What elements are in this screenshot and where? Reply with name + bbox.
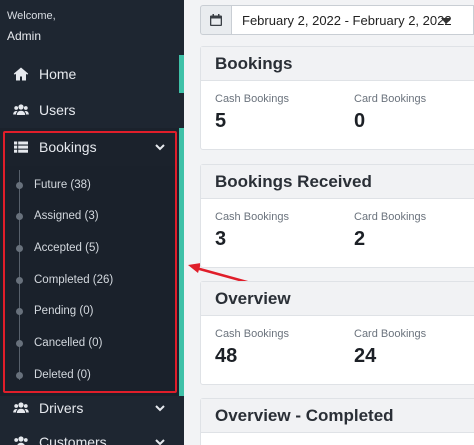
sidebar-item-customers[interactable]: Customers — [0, 423, 184, 445]
stat-card: Card Bookings 0 — [354, 93, 426, 133]
welcome-text: Welcome, — [7, 10, 56, 22]
username: Admin — [7, 29, 42, 43]
stat-value: 2 — [354, 228, 366, 250]
submenu-item-assigned[interactable]: Assigned (3) — [0, 205, 176, 227]
stat-cash: Cash Bookings 3 — [215, 211, 289, 251]
home-icon — [12, 65, 30, 83]
submenu-item-label: Assigned (3) — [34, 210, 99, 222]
users-icon — [12, 101, 30, 119]
stat-value: 48 — [215, 345, 238, 367]
submenu-item-pending[interactable]: Pending (0) — [0, 300, 176, 322]
overview-completed-card: Overview - Completed — [200, 398, 474, 445]
card-title: Bookings Received — [201, 165, 474, 199]
chevron-down-icon — [154, 435, 166, 445]
card-body: Cash Bookings 48 Card Bookings 24 — [201, 316, 474, 384]
sidebar-item-home[interactable]: Home — [0, 55, 184, 93]
bookings-submenu — [0, 128, 184, 396]
card-body: Cash Bookings 3 Card Bookings 2 — [201, 199, 474, 267]
stat-label: Cash Bookings — [215, 211, 289, 223]
calendar-button[interactable] — [200, 5, 232, 35]
stat-label: Card Bookings — [354, 211, 427, 223]
sidebar: Welcome, Admin Home Users Bookings Futur… — [0, 0, 184, 445]
users-icon — [12, 433, 30, 445]
caret-down-icon — [441, 18, 451, 24]
list-icon — [12, 138, 30, 156]
submenu-item-label: Completed (26) — [34, 274, 114, 286]
bullet-icon — [16, 340, 23, 347]
stat-value: 24 — [354, 345, 377, 367]
chevron-down-icon — [154, 140, 166, 152]
stat-value: 3 — [215, 228, 227, 250]
bullet-icon — [16, 182, 23, 189]
date-range-select[interactable]: February 2, 2022 - February 2, 2022 — [232, 5, 474, 35]
calendar-icon — [210, 14, 222, 26]
submenu-item-deleted[interactable]: Deleted (0) — [0, 364, 176, 386]
active-indicator — [179, 55, 184, 93]
bookings-card: Bookings Cash Bookings 5 Card Bookings 0 — [200, 46, 474, 150]
stat-card: Card Bookings 24 — [354, 328, 426, 368]
sidebar-item-drivers[interactable]: Drivers — [0, 389, 184, 427]
submenu-item-label: Deleted (0) — [34, 369, 91, 381]
stat-value: 5 — [215, 110, 227, 132]
active-indicator — [179, 128, 184, 396]
stat-cash: Cash Bookings 48 — [215, 328, 289, 368]
welcome-block: Welcome, Admin — [7, 8, 56, 44]
stat-cash: Cash Bookings 5 — [215, 93, 289, 133]
submenu-item-label: Future (38) — [34, 179, 91, 191]
users-icon — [12, 399, 30, 417]
sidebar-item-label: Users — [39, 102, 76, 118]
chevron-down-icon — [154, 401, 166, 413]
bullet-icon — [16, 372, 23, 379]
stat-label: Cash Bookings — [215, 93, 289, 105]
card-title: Overview — [201, 282, 474, 316]
stat-label: Cash Bookings — [215, 328, 289, 340]
stat-value: 0 — [354, 110, 366, 132]
submenu-item-label: Pending (0) — [34, 305, 94, 317]
stat-label: Card Bookings — [354, 93, 427, 105]
bullet-icon — [16, 245, 23, 252]
submenu-item-completed[interactable]: Completed (26) — [0, 269, 176, 291]
card-title: Bookings — [201, 47, 474, 81]
bullet-icon — [16, 308, 23, 315]
sidebar-item-users[interactable]: Users — [0, 91, 184, 129]
card-body: Cash Bookings 5 Card Bookings 0 — [201, 81, 474, 149]
date-range-value: February 2, 2022 - February 2, 2022 — [242, 12, 452, 28]
submenu-item-cancelled[interactable]: Cancelled (0) — [0, 332, 176, 354]
stat-card: Card Bookings 2 — [354, 211, 426, 251]
bullet-icon — [16, 277, 23, 284]
submenu-item-future[interactable]: Future (38) — [0, 174, 176, 196]
submenu-item-accepted[interactable]: Accepted (5) — [0, 237, 176, 259]
stat-label: Card Bookings — [354, 328, 427, 340]
date-range-picker: February 2, 2022 - February 2, 2022 — [200, 5, 474, 35]
sidebar-item-label: Bookings — [39, 139, 97, 155]
submenu-item-label: Accepted (5) — [34, 242, 100, 254]
overview-card: Overview Cash Bookings 48 Card Bookings … — [200, 281, 474, 385]
bookings-received-card: Bookings Received Cash Bookings 3 Card B… — [200, 164, 474, 268]
sidebar-item-bookings[interactable]: Bookings — [0, 128, 184, 166]
bullet-icon — [16, 213, 23, 220]
card-title: Overview - Completed — [201, 399, 474, 433]
sidebar-item-label: Drivers — [39, 400, 84, 416]
sidebar-item-label: Home — [39, 66, 77, 82]
sidebar-item-label: Customers — [39, 434, 107, 445]
submenu-item-label: Cancelled (0) — [34, 337, 103, 349]
